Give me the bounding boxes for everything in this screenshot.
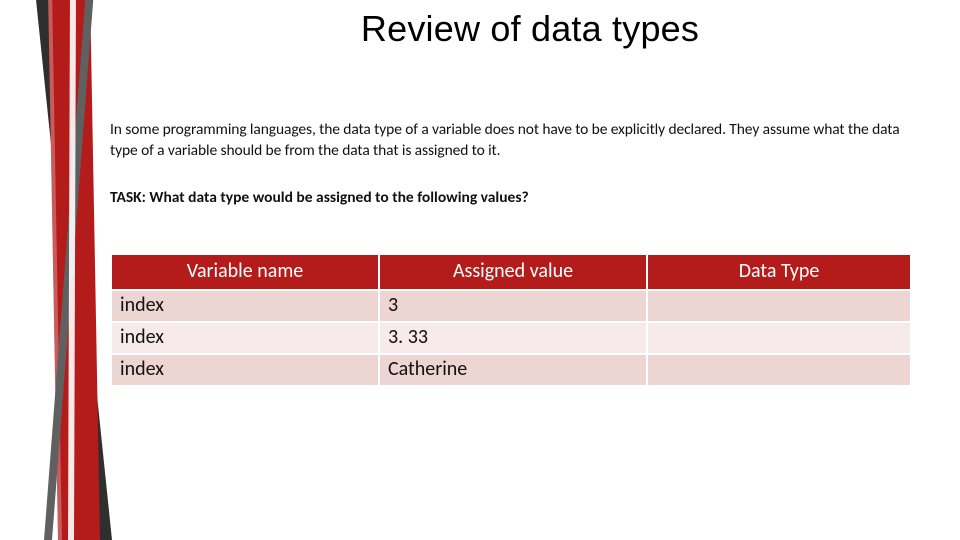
cell-variable-name: index [111, 322, 379, 354]
cell-assigned-value: 3 [379, 290, 647, 322]
cell-variable-name: index [111, 354, 379, 386]
task-prompt: TASK: What data type would be assigned t… [110, 188, 930, 207]
cell-data-type [647, 290, 911, 322]
table-row: index 3 [111, 290, 911, 322]
table-row: index 3. 33 [111, 322, 911, 354]
cell-data-type [647, 322, 911, 354]
data-type-table: Variable name Assigned value Data Type i… [110, 253, 912, 387]
slide-title: Review of data types [110, 8, 950, 50]
table-header-row: Variable name Assigned value Data Type [111, 254, 911, 290]
intro-paragraph: In some programming languages, the data … [110, 120, 930, 162]
col-header-variable-name: Variable name [111, 254, 379, 290]
content-area: Review of data types In some programming… [110, 0, 950, 540]
cell-variable-name: index [111, 290, 379, 322]
col-header-data-type: Data Type [647, 254, 911, 290]
slide-body: In some programming languages, the data … [110, 120, 930, 387]
cell-data-type [647, 354, 911, 386]
cell-assigned-value: 3. 33 [379, 322, 647, 354]
slide: Review of data types In some programming… [0, 0, 960, 540]
cell-assigned-value: Catherine [379, 354, 647, 386]
left-ribbon-decoration [0, 0, 118, 540]
table-row: index Catherine [111, 354, 911, 386]
col-header-assigned-value: Assigned value [379, 254, 647, 290]
